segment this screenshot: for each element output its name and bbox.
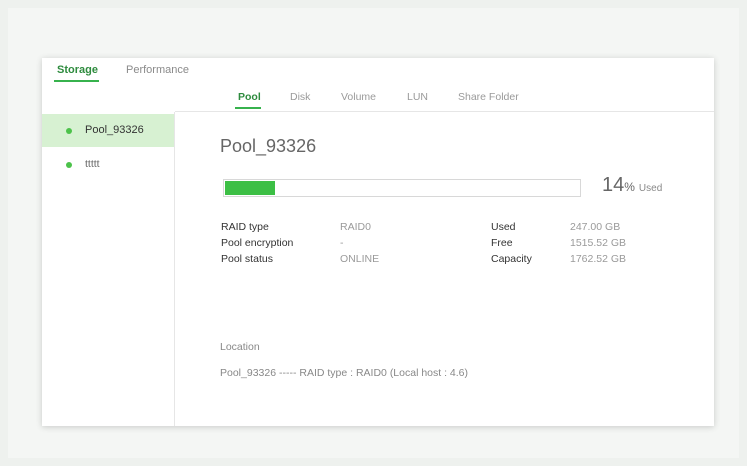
pool-sidebar: Pool_93326 ttttt — [42, 112, 175, 426]
tab-storage-underline — [54, 80, 99, 82]
pool-detail-panel: Pool_93326 14% Used RAID type RAID0 Pool … — [175, 112, 714, 426]
tab-disk[interactable]: Disk — [290, 91, 310, 103]
tab-volume[interactable]: Volume — [341, 91, 376, 103]
usage-percent: 14% Used — [602, 174, 662, 197]
top-tab-bar: Storage Performance — [42, 58, 714, 82]
usage-progress-bar — [223, 179, 581, 197]
sub-tab-bar: Pool Disk Volume LUN Share Folder — [175, 82, 714, 112]
tab-pool-underline — [235, 107, 261, 109]
pool-encryption-label: Pool encryption — [221, 237, 294, 249]
sidebar-item-pool-93326[interactable]: Pool_93326 — [42, 114, 174, 147]
pool-status-value: ONLINE — [340, 253, 380, 265]
pool-status-label: Pool status — [221, 253, 273, 265]
status-dot-icon — [66, 128, 72, 134]
raid-type-value: RAID0 — [340, 221, 371, 233]
pool-title: Pool_93326 — [220, 136, 317, 156]
free-value: 1515.52 GB — [570, 237, 627, 249]
used-label: Used — [491, 221, 516, 233]
tab-pool[interactable]: Pool — [238, 91, 261, 103]
usage-percent-sign: % — [624, 180, 635, 194]
sidebar-item-ttttt[interactable]: ttttt — [42, 148, 174, 181]
tab-share-folder[interactable]: Share Folder — [458, 91, 519, 103]
capacity-label: Capacity — [491, 253, 532, 265]
location-title: Location — [220, 341, 260, 353]
status-dot-icon — [66, 162, 72, 168]
location-text: Pool_93326 ----- RAID type : RAID0 (Loca… — [220, 367, 469, 379]
tab-storage[interactable]: Storage — [57, 64, 98, 76]
usage-percent-label: Used — [638, 183, 663, 194]
usage-progress-fill — [225, 181, 275, 195]
pool-encryption-value: - — [340, 237, 344, 249]
tab-lun[interactable]: LUN — [407, 91, 428, 103]
used-value: 247.00 GB — [570, 221, 621, 233]
free-label: Free — [491, 237, 513, 249]
capacity-value: 1762.52 GB — [570, 253, 627, 265]
sidebar-item-label: Pool_93326 — [85, 124, 144, 136]
usage-percent-number: 14 — [602, 174, 625, 196]
sidebar-item-label: ttttt — [85, 158, 100, 170]
tab-performance[interactable]: Performance — [126, 64, 189, 76]
storage-window: Storage Performance Pool Disk Volume LUN… — [42, 58, 714, 426]
raid-type-label: RAID type — [221, 221, 269, 233]
